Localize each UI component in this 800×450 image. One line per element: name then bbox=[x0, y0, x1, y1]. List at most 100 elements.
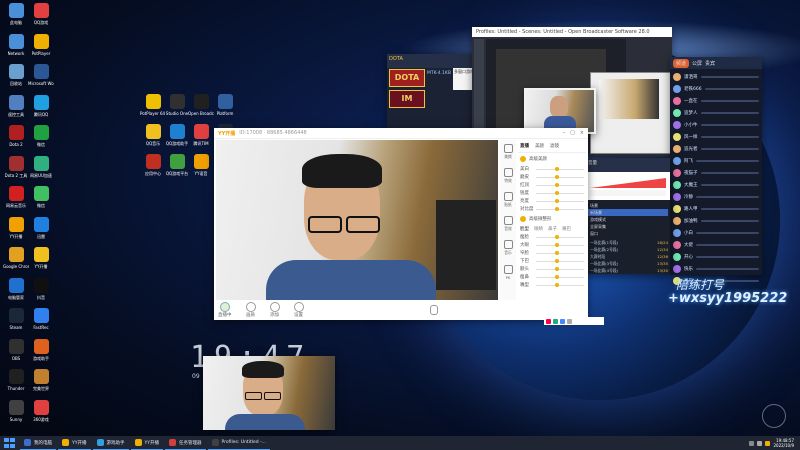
tray-strip[interactable] bbox=[544, 317, 604, 325]
desktop-icon[interactable]: 360游戏 bbox=[28, 399, 54, 422]
desktop-icon[interactable]: QQ游戏助手 bbox=[164, 124, 190, 146]
desktop-icon[interactable]: 此电脑 bbox=[3, 3, 29, 25]
taskbar-clock[interactable]: 19:48:57 2022/10/9 bbox=[773, 438, 794, 448]
side-menu-item[interactable]: PK bbox=[500, 260, 516, 284]
scene-item[interactable]: 窗口 bbox=[588, 230, 668, 237]
record-icon[interactable] bbox=[546, 318, 551, 324]
chat-row[interactable]: 老铁666 bbox=[673, 83, 759, 94]
chat-row[interactable]: 追光者 bbox=[673, 143, 759, 154]
slider-track[interactable] bbox=[536, 174, 584, 179]
desktop-icon[interactable]: 抖音 bbox=[28, 277, 54, 300]
schedule-row[interactable]: 一场比赛(2号段) 12/34 bbox=[588, 247, 670, 254]
maximize-icon[interactable]: ▢ bbox=[570, 130, 575, 136]
slider-thumb[interactable] bbox=[555, 250, 560, 255]
slider-thumb[interactable] bbox=[555, 166, 560, 171]
desktop-icon[interactable]: YY开播 bbox=[28, 247, 54, 269]
slider-thumb[interactable] bbox=[555, 258, 560, 263]
side-menu-item[interactable]: 音乐 bbox=[500, 236, 516, 260]
taskbar-item[interactable]: 游戏助手 bbox=[92, 437, 129, 450]
settings-tab[interactable]: 直播 bbox=[520, 143, 529, 149]
slider-track[interactable] bbox=[536, 266, 584, 271]
slider-thumb[interactable] bbox=[555, 242, 560, 247]
dota-panel[interactable]: DOTA DOTA IM MTK-4.1KB 多窗口游戏 bbox=[387, 54, 481, 130]
slider-thumb[interactable] bbox=[555, 274, 560, 279]
tab-public[interactable]: 公屏 bbox=[692, 60, 702, 67]
minimize-icon[interactable]: – bbox=[563, 130, 566, 136]
side-menu-item[interactable]: 特效 bbox=[500, 164, 516, 188]
slider-row[interactable]: 美白 bbox=[518, 165, 586, 173]
chat-row[interactable]: 加油鸭 bbox=[673, 215, 759, 226]
scene-list[interactable]: 场景 新场景 游戏模式 全屏采集 窗口 bbox=[588, 202, 668, 237]
yy-tray-icon[interactable] bbox=[765, 440, 771, 446]
yy-side-menu[interactable]: 美颜 特效 贴纸 音效 音乐 PK bbox=[500, 140, 516, 300]
volume-icon[interactable] bbox=[757, 440, 763, 446]
slider-track[interactable] bbox=[536, 282, 584, 287]
yy-window[interactable]: YY开播 ID:17008 · 88685 4866448 – ▢ × 美颜 特效… bbox=[214, 128, 588, 320]
desktop-icon[interactable]: 迅雷 bbox=[28, 216, 54, 239]
desktop-icon[interactable]: Google Chrome bbox=[3, 247, 29, 269]
settings-icon[interactable] bbox=[567, 318, 572, 324]
yy-bottom-toolbar[interactable]: 直播中 画质 添加 设置 bbox=[218, 302, 498, 318]
desktop-icon[interactable]: QQ游戏 bbox=[28, 3, 54, 25]
slider-row[interactable]: 瘦脸 bbox=[518, 233, 586, 241]
microphone-icon[interactable] bbox=[430, 305, 438, 315]
desktop-icon[interactable]: Dota 2 bbox=[3, 125, 29, 147]
dota-item-2[interactable]: IM bbox=[389, 90, 425, 108]
mixer-panel[interactable]: 音量 场景 新场景 游戏模式 全屏采集 窗口 一场比赛(1号段) 18/24 一场比赛(2号… bbox=[586, 158, 670, 274]
desktop-icon[interactable]: PotPlayer bbox=[28, 33, 54, 56]
tab-vip[interactable]: 贵宾 bbox=[705, 60, 715, 67]
schedule-row[interactable]: 大赛时段 12/36 bbox=[588, 254, 670, 261]
desktop-icon[interactable]: Studio One bbox=[164, 94, 190, 116]
slider-row[interactable]: 窄脸 bbox=[518, 249, 586, 257]
slider-row[interactable]: 瘦鼻 bbox=[518, 273, 586, 281]
slider-thumb[interactable] bbox=[555, 182, 560, 187]
network-icon[interactable] bbox=[749, 440, 755, 446]
schedule-row[interactable]: 一场比赛(4号段) 13/30 bbox=[588, 268, 670, 275]
slider-row[interactable]: 红润 bbox=[518, 181, 586, 189]
slider-row[interactable]: 亮度 bbox=[518, 197, 586, 205]
chat-row[interactable]: 大魔王 bbox=[673, 179, 759, 190]
chat-row[interactable]: 一直在 bbox=[673, 95, 759, 106]
chat-row[interactable]: 冷静 bbox=[673, 191, 759, 202]
chat-icon[interactable] bbox=[560, 318, 565, 324]
desktop-icon[interactable]: 微信 bbox=[28, 125, 54, 147]
desktop-icon[interactable]: OBS bbox=[3, 338, 29, 361]
chat-row[interactable]: 追梦人 bbox=[673, 107, 759, 118]
desktop-icon[interactable]: 游戏助手 bbox=[28, 338, 54, 361]
slider-row[interactable]: 下巴 bbox=[518, 257, 586, 265]
chat-row[interactable]: 开心 bbox=[673, 251, 759, 262]
beauty-sliders[interactable]: 美白 磨皮 红润 锐度 亮度 对比度 bbox=[518, 165, 586, 213]
chat-list[interactable]: 潇洒哥 老铁666 一直在 追梦人 小小牛 风一样 追光者 阿飞 夜猫子 大魔王 冷静 路人甲 加油鸭小… bbox=[670, 69, 762, 289]
slider-track[interactable] bbox=[536, 258, 584, 263]
taskbar-item[interactable]: 任务管理器 bbox=[165, 437, 206, 450]
taskbar-item[interactable]: YY开播 bbox=[58, 437, 91, 450]
desktop-icon[interactable]: 应用中心 bbox=[140, 154, 166, 176]
scene-item[interactable]: 场景 bbox=[588, 202, 668, 209]
desktop-icon[interactable]: 完美世界 bbox=[28, 369, 54, 391]
reshape-tab[interactable]: 鼻子 bbox=[548, 226, 557, 232]
desktop-icon[interactable]: 微信 bbox=[28, 186, 54, 208]
desktop-icon[interactable]: PotPlayer 64 bit bbox=[140, 94, 166, 116]
slider-thumb[interactable] bbox=[555, 282, 560, 287]
schedule-row[interactable]: 一场比赛(1号段) 18/24 bbox=[588, 240, 670, 247]
desktop-icon[interactable]: Sunny bbox=[3, 399, 29, 422]
desktop-icon[interactable]: YY语音 bbox=[188, 154, 214, 176]
scene-item[interactable]: 新场景 bbox=[588, 209, 668, 216]
slider-row[interactable]: 额头 bbox=[518, 265, 586, 273]
chat-row[interactable]: 阿飞 bbox=[673, 155, 759, 166]
slider-thumb[interactable] bbox=[555, 266, 560, 271]
desktop-icon[interactable]: Thunder bbox=[3, 369, 29, 391]
taskbar-item[interactable]: YY开播 bbox=[130, 437, 163, 450]
mixer-list[interactable]: 一场比赛(1号段) 18/24 一场比赛(2号段) 12/34 大赛时段 12/36 一场比… bbox=[588, 240, 670, 275]
camera-float-window[interactable] bbox=[203, 356, 335, 430]
slider-thumb[interactable] bbox=[555, 190, 560, 195]
slider-thumb[interactable] bbox=[555, 174, 560, 179]
chat-panel[interactable]: 频道 公屏 贵宾 潇洒哥 老铁666 一直在 追梦人 小小牛 风一样 追光者 阿飞 夜猫子 大魔王… bbox=[670, 57, 762, 285]
side-menu-item[interactable]: 美颜 bbox=[500, 140, 516, 164]
chat-row[interactable]: 路人甲 bbox=[673, 203, 759, 214]
toolbar-button[interactable]: 直播中 bbox=[218, 302, 232, 318]
yy-settings-panel[interactable]: 直播 美颜 滤镜 高级美颜 美白 磨皮 红润 锐度 亮度 对比度 高级微整形 脸型 眼睛 鼻子 嘴巴… bbox=[518, 140, 586, 316]
chat-row[interactable]: 潇洒哥 bbox=[673, 71, 759, 82]
desktop-icon[interactable]: 腾讯QQ bbox=[28, 94, 54, 117]
chat-row[interactable]: 小白 bbox=[673, 227, 759, 238]
